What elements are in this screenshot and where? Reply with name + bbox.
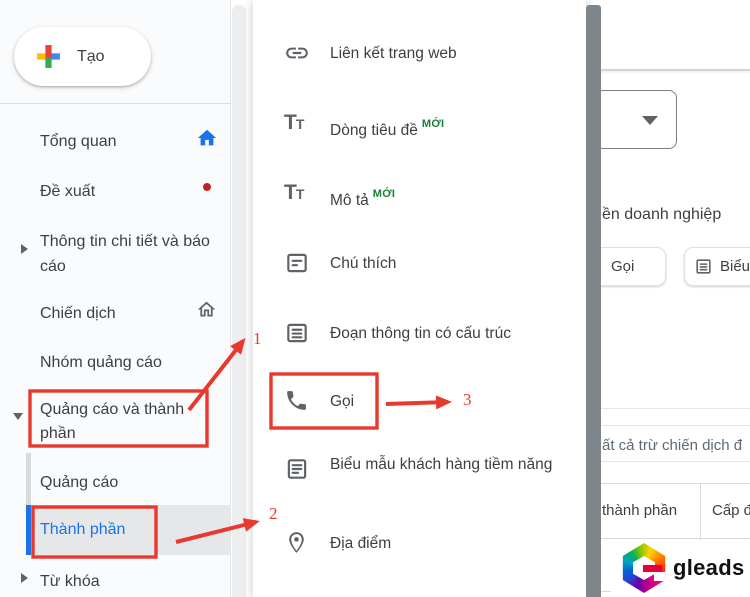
table-border [601,538,750,539]
menu-item-label: Liên kết trang web [330,45,457,62]
chip-label: Biểu [720,258,750,275]
menu-item-label: Chú thích [330,255,397,272]
sidebar: Tạo Tổng quan Đề xuất Thông tin chi tiết… [0,0,231,597]
asset-type-menu: Liên kết trang web TT Dòng tiêu đề MỚI TT… [253,0,586,597]
column-header-cap[interactable]: Cấp đ [712,502,750,519]
sidebar-divider [0,103,231,104]
menu-item-label: Đoạn thông tin có cấu trúc [330,325,511,342]
business-name-text: ền doanh nghiệp [602,206,722,223]
google-plus-icon [37,45,60,68]
phone-icon [284,388,310,414]
divider [601,425,750,426]
location-pin-icon [284,530,310,556]
filter-text[interactable]: ất cả trừ chiến dịch đ [602,437,742,454]
header-divider [601,69,750,71]
sidebar-item-nhom-quang-cao[interactable]: Nhóm quảng cáo [0,351,230,374]
sidebar-item-label: Tổng quan [40,133,117,150]
sidebar-item-thong-tin-chi-tiet[interactable]: Thông tin chi tiết và báo cáo [0,229,222,279]
divider [601,408,750,409]
sidebar-item-quang-cao[interactable]: Quảng cáo [0,471,230,494]
page-scrollbar[interactable] [586,5,601,597]
create-button-label: Tạo [77,47,105,65]
screenshot-root: Tạo Tổng quan Đề xuất Thông tin chi tiết… [0,0,750,597]
menu-item-label: Dòng tiêu đề [330,122,418,139]
table-border [601,483,750,484]
gleads-hexagon-logo-icon [622,543,666,593]
snippet-icon [284,320,310,346]
menu-item-label: Mô tả [330,192,369,209]
gleads-watermark: gleads [611,540,750,596]
text-format-icon: TT [284,111,304,134]
create-button[interactable]: Tạo [14,27,151,86]
sidebar-item-label: Chiến dịch [40,305,116,322]
sidebar-item-thanh-phan[interactable]: Thành phần [0,518,230,541]
main-content: ền doanh nghiệp Gọi Biểu ất cả trừ chiến… [581,0,750,597]
text-format-icon: TT [284,181,304,204]
home-icon-gray [197,301,216,317]
note-icon [284,250,310,276]
sidebar-item-label: Thành phần [40,521,126,538]
menu-item-label: Gọi [330,393,355,410]
chip-bieu-mau-button[interactable]: Biểu [684,247,750,286]
sidebar-item-label: Nhóm quảng cáo [40,354,162,371]
link-icon [284,40,310,66]
sidebar-item-label: Quảng cáo và thành phần [40,401,185,442]
red-notification-dot [203,183,211,191]
sidebar-item-quang-cao-va-thanh-phan[interactable]: Quảng cáo và thành phần [0,398,230,446]
form-icon [284,456,310,482]
sidebar-scrollbar[interactable] [232,5,246,597]
menu-item-label: Địa điểm [330,535,392,552]
new-badge: MỚI [372,188,396,200]
dropdown-arrow-icon [642,116,658,125]
sidebar-item-tu-khoa[interactable]: Từ khóa [0,570,230,593]
sidebar-item-label: Đề xuất [40,183,96,200]
sidebar-item-label: Quảng cáo [40,474,119,491]
sidebar-item-label: Thông tin chi tiết và báo cáo [40,233,210,275]
sidebar-item-de-xuat[interactable]: Đề xuất [0,180,230,203]
new-badge: MỚI [421,118,445,130]
sidebar-item-label: Từ khóa [40,573,100,590]
column-header-thanh-phan[interactable]: thành phần [602,502,677,519]
divider [601,461,750,462]
gleads-brand-text: gleads [673,555,745,580]
menu-item-label: Biểu mẫu khách hàng tiềm năng [330,456,553,473]
home-icon-blue [197,129,217,146]
form-icon [694,257,713,276]
